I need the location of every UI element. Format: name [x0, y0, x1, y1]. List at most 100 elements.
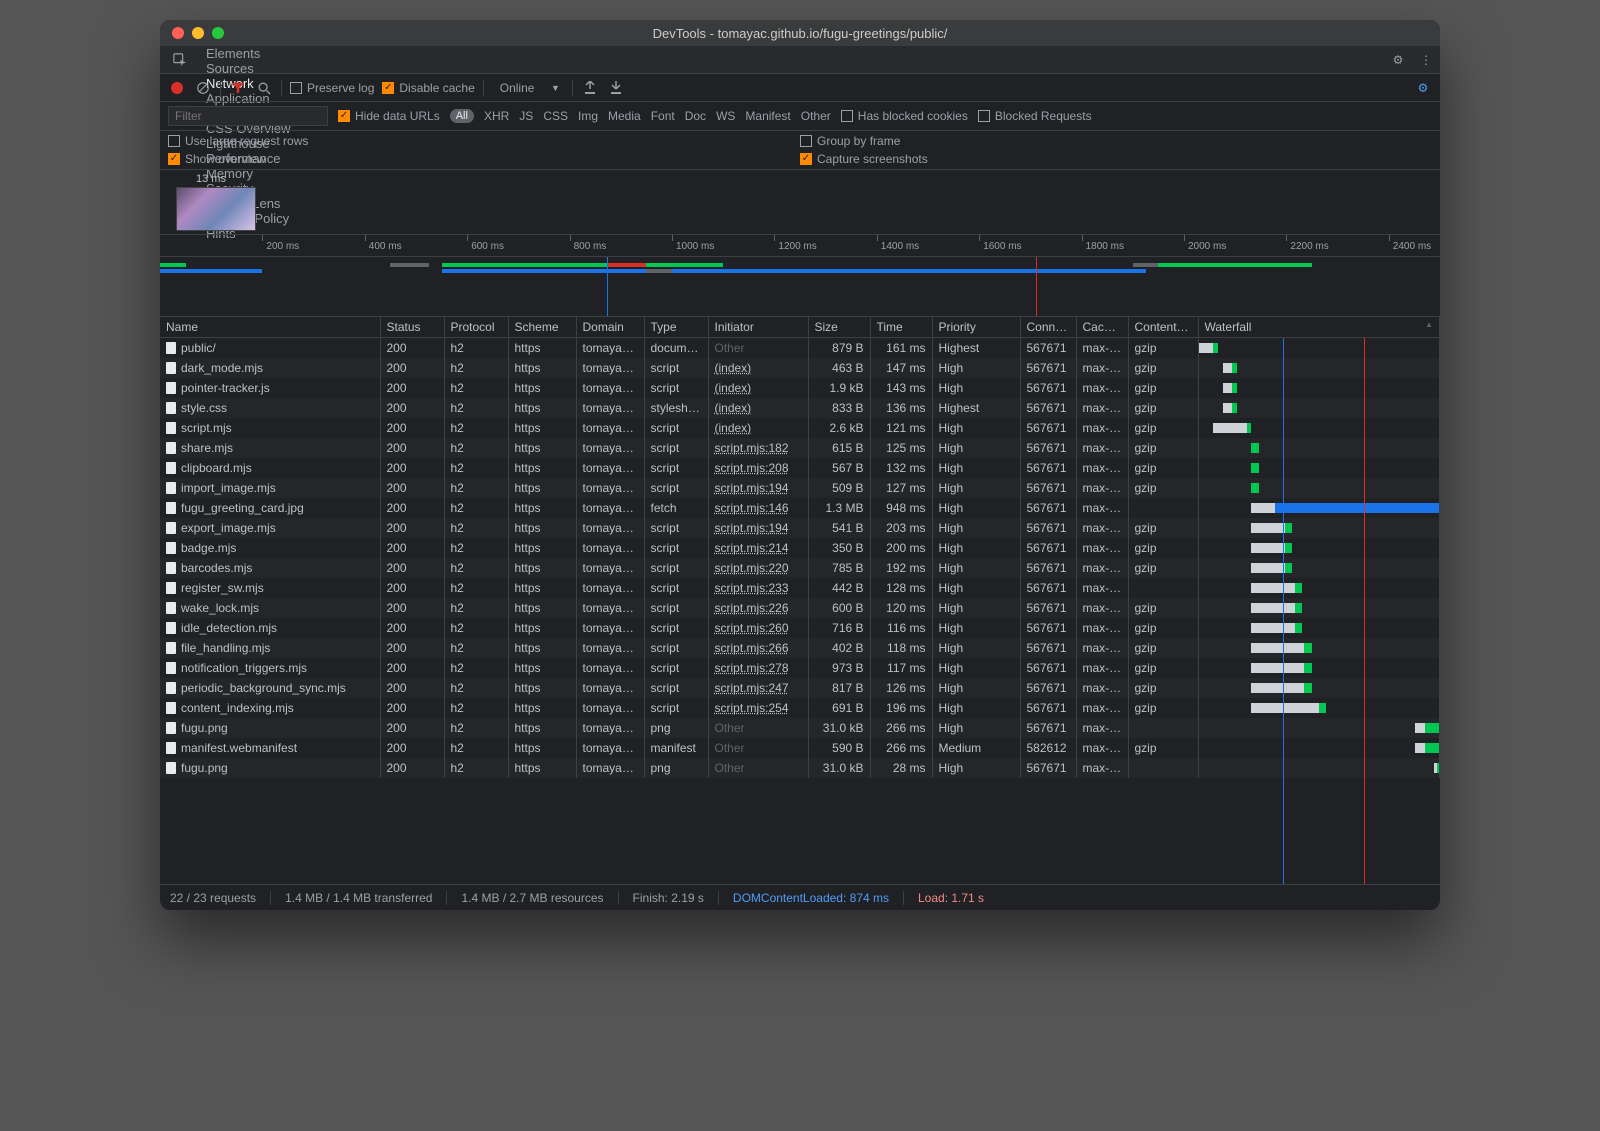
column-header[interactable]: Size: [808, 317, 870, 338]
table-row[interactable]: fugu.png200h2httpstomayac…pngOther31.0 k…: [160, 718, 1440, 738]
table-row[interactable]: fugu_greeting_card.jpg200h2httpstomayac……: [160, 498, 1440, 518]
table-row[interactable]: script.mjs200h2httpstomayac…script(index…: [160, 418, 1440, 438]
tick: 2400 ms: [1389, 235, 1431, 241]
column-header[interactable]: Protocol: [444, 317, 508, 338]
throttling-dropdown-icon[interactable]: ▼: [546, 79, 564, 97]
capture-screenshots-checkbox[interactable]: Capture screenshots: [800, 152, 1432, 166]
column-header[interactable]: Type: [644, 317, 708, 338]
screenshots-strip: 13 ms: [160, 170, 1440, 235]
column-header[interactable]: Domain: [576, 317, 644, 338]
table-row[interactable]: periodic_background_sync.mjs200h2httpsto…: [160, 678, 1440, 698]
table-row[interactable]: export_image.mjs200h2httpstomayac…script…: [160, 518, 1440, 538]
tick: 2000 ms: [1184, 235, 1226, 241]
table-row[interactable]: badge.mjs200h2httpstomayac…scriptscript.…: [160, 538, 1440, 558]
table-row[interactable]: public/200h2httpstomayac…documentOther87…: [160, 338, 1440, 358]
timeline-ruler[interactable]: 200 ms400 ms600 ms800 ms1000 ms1200 ms14…: [160, 235, 1440, 257]
filter-type-all[interactable]: All: [450, 109, 474, 123]
export-har-icon[interactable]: [607, 79, 625, 97]
table-row[interactable]: notification_triggers.mjs200h2httpstomay…: [160, 658, 1440, 678]
status-requests: 22 / 23 requests: [170, 891, 256, 905]
filter-type-ws[interactable]: WS: [716, 109, 735, 123]
tick: 400 ms: [365, 235, 402, 241]
column-header[interactable]: Conne…: [1020, 317, 1076, 338]
table-row[interactable]: manifest.webmanifest200h2httpstomayac…ma…: [160, 738, 1440, 758]
filter-input[interactable]: [168, 106, 328, 126]
column-header[interactable]: Waterfall: [1198, 317, 1440, 338]
settings-icon[interactable]: ⚙: [1384, 46, 1412, 73]
network-toolbar: Preserve log Disable cache Online ▼ ⚙: [160, 74, 1440, 102]
filter-type-doc[interactable]: Doc: [685, 109, 706, 123]
table-row[interactable]: share.mjs200h2httpstomayac…scriptscript.…: [160, 438, 1440, 458]
table-row[interactable]: fugu.png200h2httpstomayac…pngOther31.0 k…: [160, 758, 1440, 778]
close-window-button[interactable]: [172, 27, 184, 39]
column-header[interactable]: Time: [870, 317, 932, 338]
request-grid: NameStatusProtocolSchemeDomainTypeInitia…: [160, 317, 1440, 884]
status-load: Load: 1.71 s: [918, 891, 984, 905]
table-row[interactable]: file_handling.mjs200h2httpstomayac…scrip…: [160, 638, 1440, 658]
status-bar: 22 / 23 requests 1.4 MB / 1.4 MB transfe…: [160, 884, 1440, 910]
filter-type-xhr[interactable]: XHR: [484, 109, 509, 123]
inspect-element-icon[interactable]: [166, 46, 194, 73]
table-row[interactable]: pointer-tracker.js200h2httpstomayac…scri…: [160, 378, 1440, 398]
disable-cache-checkbox[interactable]: Disable cache: [382, 81, 474, 95]
tick: 1200 ms: [774, 235, 816, 241]
tick: 1600 ms: [979, 235, 1021, 241]
large-rows-checkbox[interactable]: Use large request rows: [168, 134, 800, 148]
zoom-window-button[interactable]: [212, 27, 224, 39]
status-transferred: 1.4 MB / 1.4 MB transferred: [285, 891, 432, 905]
filter-icon[interactable]: [229, 79, 247, 97]
column-header[interactable]: Name: [160, 317, 380, 338]
table-row[interactable]: wake_lock.mjs200h2httpstomayac…scriptscr…: [160, 598, 1440, 618]
tab-elements[interactable]: Elements: [194, 46, 303, 61]
import-har-icon[interactable]: [581, 79, 599, 97]
record-button[interactable]: [168, 79, 186, 97]
filter-type-css[interactable]: CSS: [543, 109, 568, 123]
network-settings-icon[interactable]: ⚙: [1414, 79, 1432, 97]
table-row[interactable]: dark_mode.mjs200h2httpstomayac…script(in…: [160, 358, 1440, 378]
table-row[interactable]: style.css200h2httpstomayac…stylesheet(in…: [160, 398, 1440, 418]
tick: 600 ms: [467, 235, 504, 241]
filter-type-other[interactable]: Other: [801, 109, 831, 123]
filter-type-js[interactable]: JS: [519, 109, 533, 123]
show-overview-checkbox[interactable]: Show overview: [168, 152, 800, 166]
filter-type-manifest[interactable]: Manifest: [745, 109, 790, 123]
table-row[interactable]: content_indexing.mjs200h2httpstomayac…sc…: [160, 698, 1440, 718]
tick: 200 ms: [262, 235, 299, 241]
status-finish: Finish: 2.19 s: [633, 891, 704, 905]
traffic-lights: [160, 27, 224, 39]
minimize-window-button[interactable]: [192, 27, 204, 39]
screenshot-time-label: 13 ms: [196, 173, 1432, 185]
table-row[interactable]: barcodes.mjs200h2httpstomayac…scriptscri…: [160, 558, 1440, 578]
group-by-frame-checkbox[interactable]: Group by frame: [800, 134, 1432, 148]
devtools-window: DevTools - tomayac.github.io/fugu-greeti…: [160, 20, 1440, 910]
blocked-requests-checkbox[interactable]: Blocked Requests: [978, 109, 1092, 123]
titlebar: DevTools - tomayac.github.io/fugu-greeti…: [160, 20, 1440, 46]
window-title: DevTools - tomayac.github.io/fugu-greeti…: [160, 26, 1440, 41]
has-blocked-cookies-checkbox[interactable]: Has blocked cookies: [841, 109, 968, 123]
preserve-log-checkbox[interactable]: Preserve log: [290, 81, 374, 95]
tick: 1000 ms: [672, 235, 714, 241]
clear-button[interactable]: [194, 79, 212, 97]
column-header[interactable]: Priority: [932, 317, 1020, 338]
timeline-overview[interactable]: [160, 257, 1440, 317]
column-header[interactable]: Status: [380, 317, 444, 338]
filter-type-font[interactable]: Font: [651, 109, 675, 123]
preserve-log-label: Preserve log: [307, 81, 374, 95]
screenshot-thumbnail[interactable]: [176, 187, 256, 231]
filter-type-media[interactable]: Media: [608, 109, 641, 123]
table-row[interactable]: register_sw.mjs200h2httpstomayac…scripts…: [160, 578, 1440, 598]
table-row[interactable]: clipboard.mjs200h2httpstomayac…scriptscr…: [160, 458, 1440, 478]
filter-type-img[interactable]: Img: [578, 109, 598, 123]
more-menu-icon[interactable]: ⋮: [1412, 46, 1440, 73]
column-header[interactable]: Initiator: [708, 317, 808, 338]
table-row[interactable]: idle_detection.mjs200h2httpstomayac…scri…: [160, 618, 1440, 638]
search-icon[interactable]: [255, 79, 273, 97]
column-header[interactable]: Cach…: [1076, 317, 1128, 338]
tick: 1800 ms: [1082, 235, 1124, 241]
throttling-select[interactable]: Online: [492, 81, 539, 95]
column-header[interactable]: Scheme: [508, 317, 576, 338]
hide-data-urls-checkbox[interactable]: Hide data URLs: [338, 109, 440, 123]
table-row[interactable]: import_image.mjs200h2httpstomayac…script…: [160, 478, 1440, 498]
column-header[interactable]: Content-…: [1128, 317, 1198, 338]
view-options: Use large request rows Show overview Gro…: [160, 131, 1440, 170]
